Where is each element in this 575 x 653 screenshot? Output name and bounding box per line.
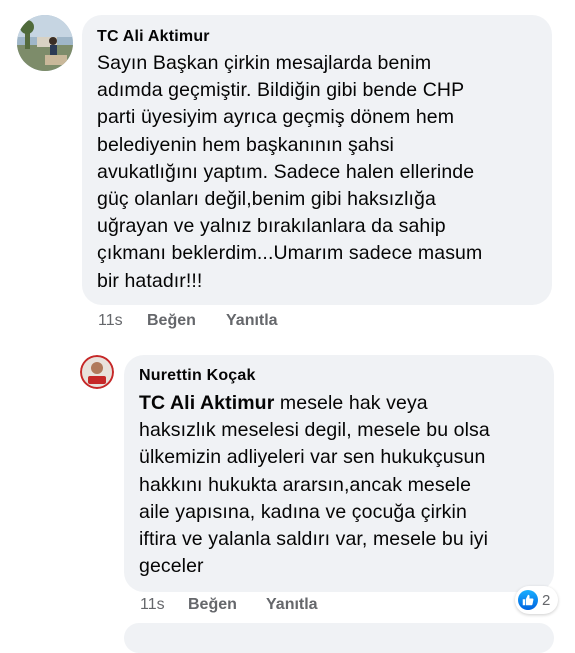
- avatar-photo: [17, 15, 73, 71]
- comment-timestamp[interactable]: 11s: [140, 596, 165, 614]
- comment-line: haksızlık meselesi degil, mesele bu olsa: [139, 419, 490, 442]
- like-button[interactable]: Beğen: [188, 596, 237, 614]
- comment-text: Sayın Başkan çirkin mesajlarda benim adı…: [97, 50, 542, 295]
- comment-line: çıkmanı beklerdim...Umarım sadece masum: [97, 242, 483, 265]
- mention-link[interactable]: TC Ali Aktimur: [139, 392, 274, 414]
- comment-line: geceler: [139, 555, 204, 578]
- avatar-photo: [80, 355, 114, 389]
- like-button[interactable]: Beğen: [147, 312, 196, 330]
- reply-button[interactable]: Yanıtla: [266, 596, 318, 614]
- comment-line: bir hatadır!!!: [97, 269, 203, 292]
- comment-line: avukatlığını yaptım. Sadece halen elleri…: [97, 160, 475, 183]
- comment-line: güç olanları değil,benim gibi haksızlığa: [97, 188, 436, 211]
- reply-button[interactable]: Yanıtla: [226, 312, 278, 330]
- comment-author[interactable]: TC Ali Aktimur: [97, 28, 210, 46]
- comment-actions: 11s Beğen Yanıtla: [0, 312, 575, 334]
- comment-line: belediyenin hem başkanının şahsi: [97, 133, 394, 156]
- comment-line: iftira ve yalanla saldırı var, mesele bu…: [139, 528, 489, 551]
- avatar[interactable]: [80, 355, 114, 389]
- comment-text: TC Ali Aktimur mesele hak veya haksızlık…: [139, 390, 549, 580]
- comment-line: ülkemizin adliyeleri var sen hukukçusun: [139, 446, 486, 469]
- comment-line: TC Ali Aktimur mesele hak veya: [139, 390, 549, 417]
- reaction-count: 2: [542, 591, 551, 609]
- comment-bubble: TC Ali Aktimur Sayın Başkan çirkin mesaj…: [82, 15, 552, 305]
- avatar[interactable]: [17, 15, 73, 71]
- comment-timestamp[interactable]: 11s: [98, 312, 123, 330]
- comment-line: parti üyesiyim ayrıca geçmiş dönem hem: [97, 106, 455, 129]
- next-comment-bubble: [124, 623, 554, 653]
- comment-line: aile yapısına, kadına ve çocuğa çirkin: [139, 500, 467, 523]
- reply-bubble: Nurettin Koçak TC Ali Aktimur mesele hak…: [124, 355, 554, 592]
- comment-line: Sayın Başkan çirkin mesajlarda benim: [97, 52, 432, 74]
- comment-author[interactable]: Nurettin Koçak: [139, 367, 256, 385]
- comment-line-rest: mesele hak veya: [274, 392, 428, 414]
- reaction-summary[interactable]: 2: [515, 586, 559, 614]
- comment-line: hakkını hukukta ararsın,ancak mesele: [139, 473, 472, 496]
- comment-actions: 11s Beğen Yanıtla: [0, 596, 575, 618]
- comment-line: uğrayan ve yalnız bırakılanlara da sahip: [97, 215, 446, 238]
- like-icon: [518, 590, 538, 610]
- comment-line: adımda geçmiştir. Bildiğin gibi bende CH…: [97, 79, 465, 102]
